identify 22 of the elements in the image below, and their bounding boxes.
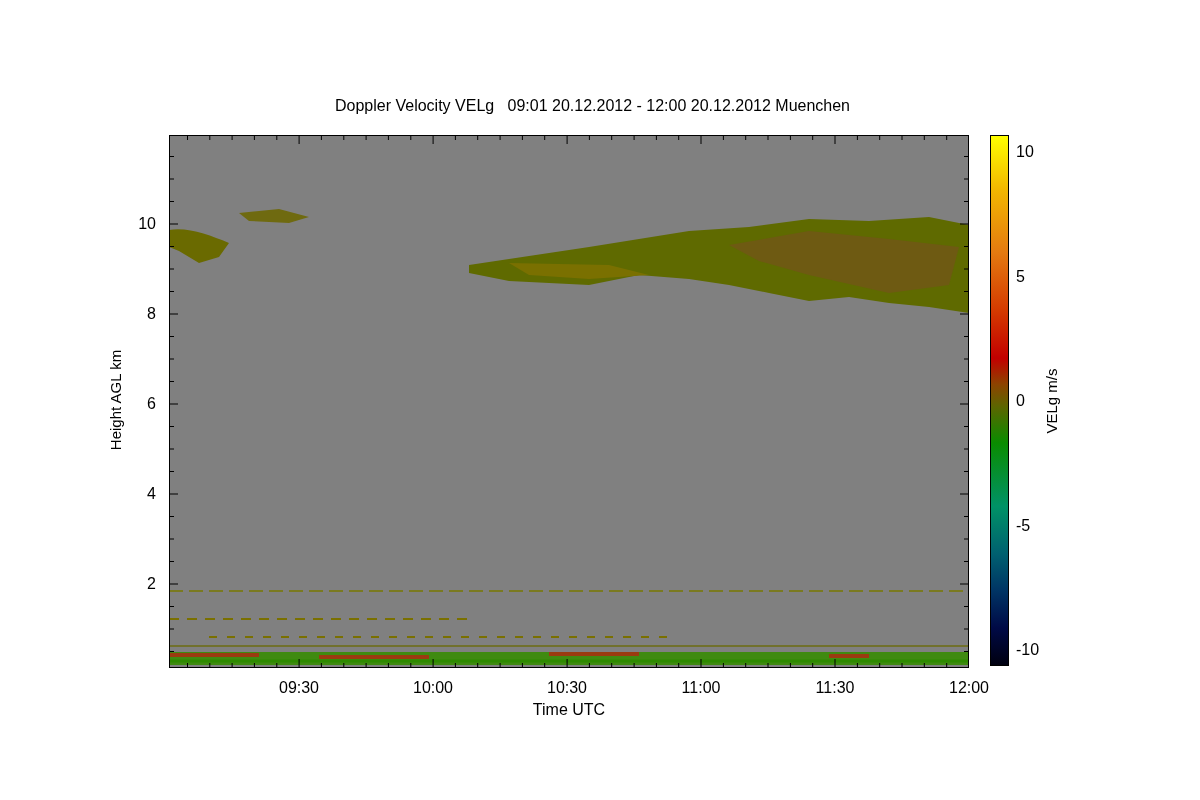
x-tick-label: 11:00 bbox=[681, 679, 721, 697]
x-tick-label: 12:00 bbox=[949, 679, 989, 697]
y-tick-label: 10 bbox=[138, 215, 156, 233]
cloud-echo bbox=[169, 229, 229, 263]
x-tick-label: 11:30 bbox=[815, 679, 855, 697]
colorbar-tick-label: 10 bbox=[1016, 143, 1034, 161]
x-tick-label: 10:00 bbox=[413, 679, 453, 697]
x-axis-label: Time UTC bbox=[532, 701, 606, 719]
colorbar-tick-label: 0 bbox=[1016, 392, 1025, 410]
x-tick-label: 10:30 bbox=[547, 679, 587, 697]
colorbar-label: VELg m/s bbox=[1042, 368, 1060, 434]
colorbar-tick-label: 5 bbox=[1016, 267, 1025, 286]
chart-title: Doppler Velocity VELg 09:01 20.12.2012 - 12:00 20.12.2012 Muenchen bbox=[334, 97, 850, 116]
colorbar-tick-label: -5 bbox=[1016, 516, 1031, 535]
y-tick-label: 2 bbox=[147, 575, 156, 593]
cloud-echo bbox=[239, 209, 309, 223]
y-tick-label: 8 bbox=[147, 305, 156, 323]
y-axis-label: Height AGL km bbox=[106, 349, 124, 451]
colorbar-tick-label: -10 bbox=[1016, 641, 1040, 659]
x-tick-label: 09:30 bbox=[279, 679, 319, 697]
y-tick-label: 4 bbox=[147, 485, 156, 503]
y-tick-label: 6 bbox=[147, 395, 156, 413]
